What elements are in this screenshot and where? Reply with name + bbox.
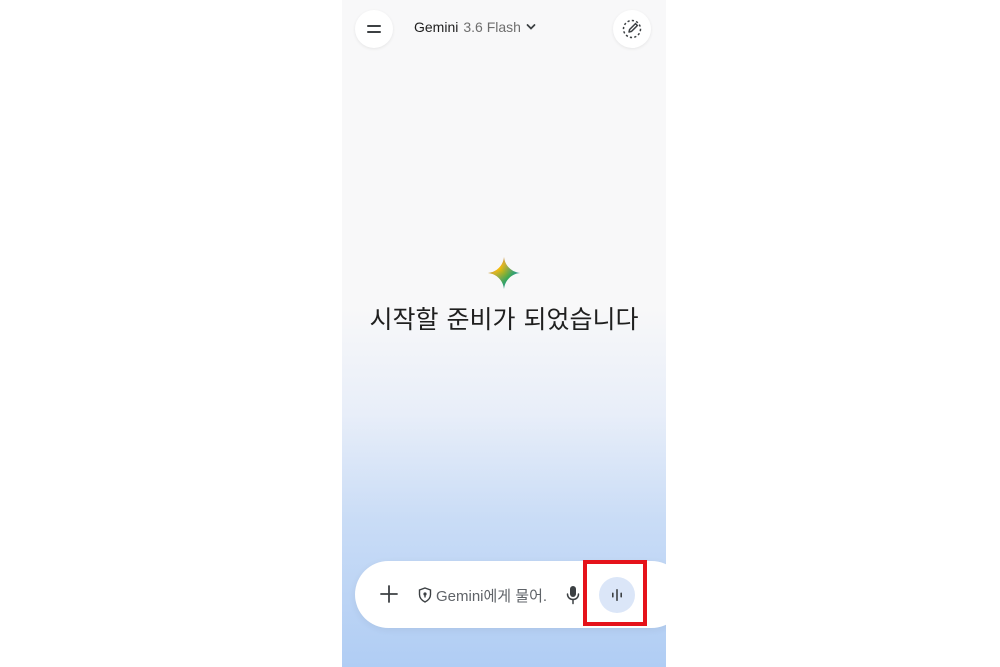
- model-version: 3.6 Flash: [463, 19, 521, 35]
- welcome-headline: 시작할 준비가 되었습니다: [369, 305, 639, 334]
- new-chat-button[interactable]: [613, 10, 651, 48]
- plus-icon[interactable]: [379, 584, 399, 604]
- model-selector[interactable]: Gemini 3.6 Flash: [414, 19, 536, 35]
- model-name: Gemini: [414, 19, 459, 35]
- microphone-icon[interactable]: [565, 585, 581, 605]
- menu-button[interactable]: [355, 10, 393, 48]
- highlight-annotation: [583, 560, 647, 626]
- chevron-down-icon: [526, 24, 536, 30]
- hamburger-icon: [367, 25, 381, 33]
- gemini-sparkle-icon: [488, 257, 520, 289]
- prompt-input-placeholder[interactable]: Gemini에게 물어.: [436, 585, 576, 606]
- edit-pencil-icon: [622, 19, 642, 39]
- shield-icon: [418, 587, 432, 603]
